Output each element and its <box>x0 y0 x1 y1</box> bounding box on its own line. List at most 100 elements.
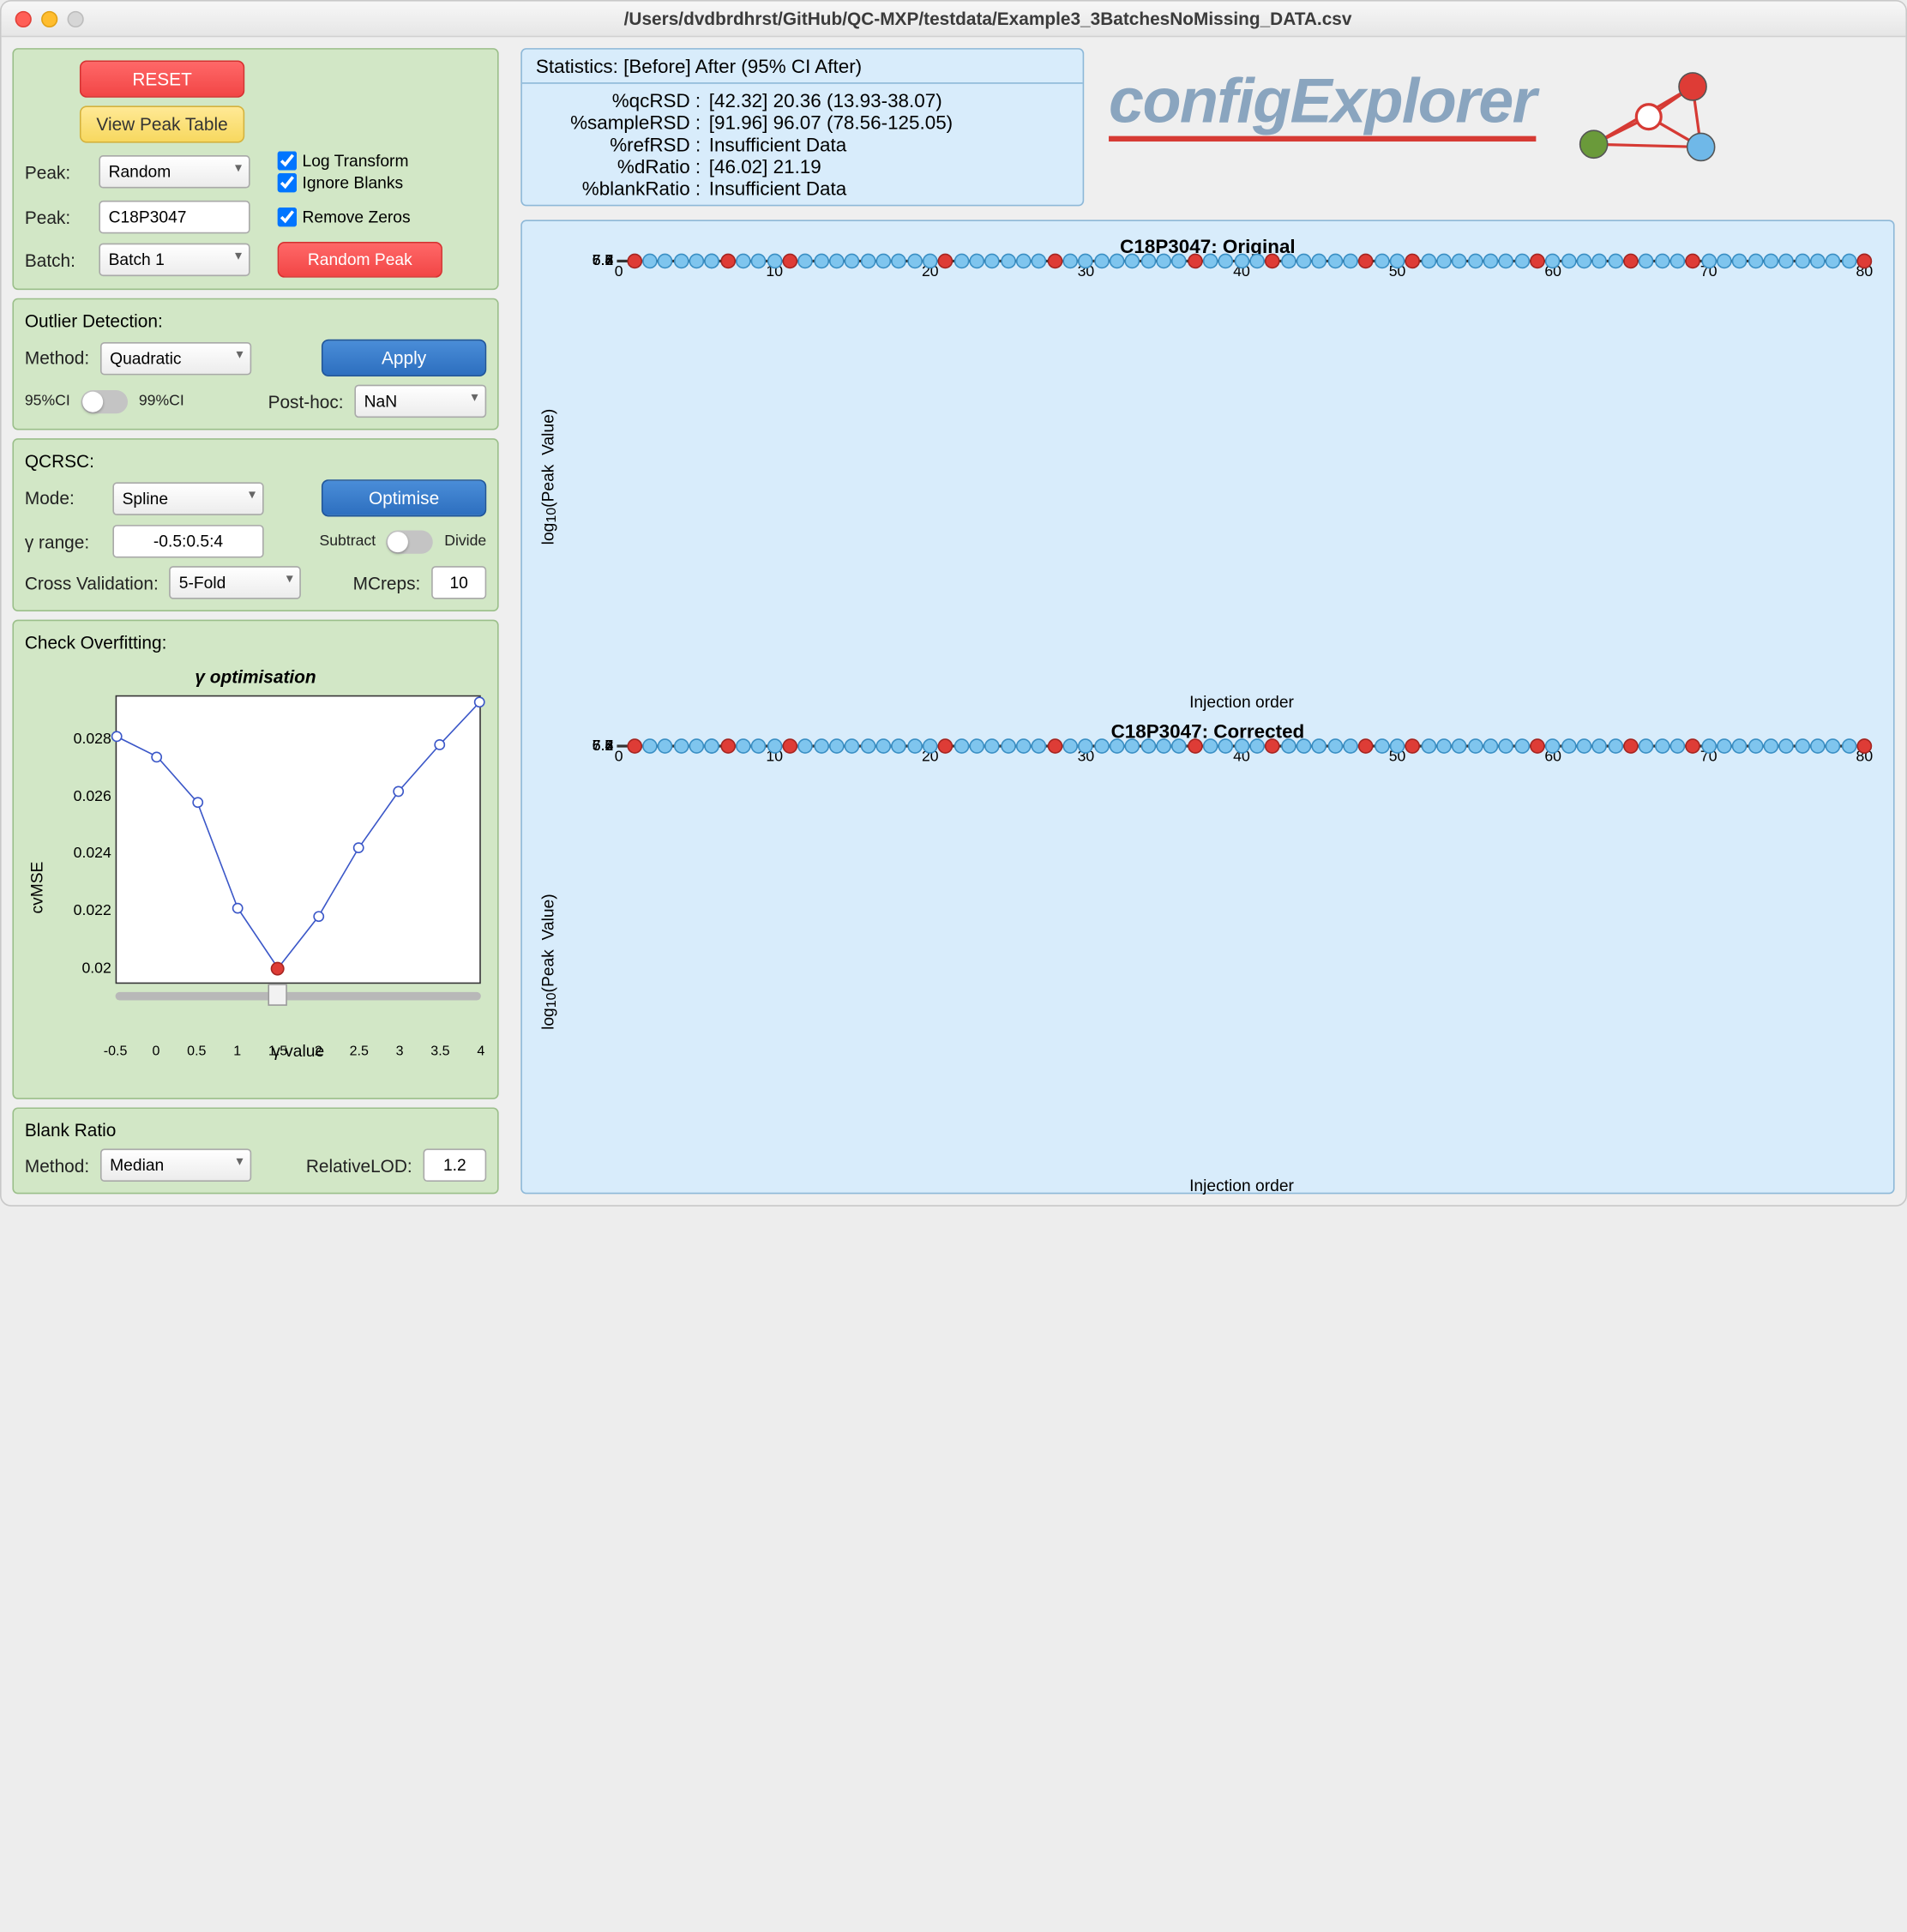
data-point <box>1343 737 1358 753</box>
subtract-label: Subtract <box>319 533 376 550</box>
data-point <box>1732 254 1748 269</box>
peak-select-label: Peak: <box>25 161 88 182</box>
gamma-optimum-marker <box>271 961 285 975</box>
close-icon[interactable] <box>15 10 32 27</box>
posthoc-label: Post-hoc: <box>268 391 344 412</box>
gamma-slider[interactable] <box>116 990 481 1020</box>
data-point <box>1188 737 1203 753</box>
data-point <box>1810 737 1826 753</box>
data-point <box>1421 737 1436 753</box>
data-point <box>1779 737 1795 753</box>
minimize-icon[interactable] <box>41 10 57 27</box>
apply-button[interactable]: Apply <box>322 340 486 376</box>
data-point <box>1452 737 1467 753</box>
qcrsc-panel: QCRSC: Mode: Spline Optimise γ range: Su… <box>12 438 498 611</box>
data-point <box>720 737 736 753</box>
data-point <box>1639 737 1654 753</box>
outlier-method-select[interactable]: Quadratic <box>100 341 251 374</box>
view-peak-table-button[interactable]: View Peak Table <box>80 105 244 142</box>
data-point <box>798 254 814 269</box>
data-point <box>1701 737 1717 753</box>
blank-ratio-panel: Blank Ratio Method: Median RelativeLOD: <box>12 1107 498 1194</box>
data-point <box>705 254 720 269</box>
data-point <box>627 254 642 269</box>
original-xlabel: Injection order <box>617 692 1866 711</box>
stat-key: %qcRSD : <box>536 89 701 111</box>
gamma-optimisation-plot: 0.020.0220.0240.0260.028 <box>116 695 481 984</box>
data-point <box>1530 737 1545 753</box>
data-point <box>1748 254 1763 269</box>
plot-area: C18P3047: Original log10(Peak Value) 5.8… <box>520 220 1894 1194</box>
qcrsc-title: QCRSC: <box>25 451 486 472</box>
data-point <box>767 254 782 269</box>
blank-method-label: Method: <box>25 1155 89 1176</box>
data-point <box>658 254 673 269</box>
data-point <box>1312 737 1327 753</box>
data-point <box>1265 254 1280 269</box>
data-point <box>829 737 845 753</box>
data-point <box>907 254 923 269</box>
original-plot[interactable]: 5.866.26.46.66.877.2 01020304050607080 <box>617 260 1866 262</box>
data-point <box>1561 737 1576 753</box>
data-point <box>1249 254 1265 269</box>
data-point <box>1654 737 1669 753</box>
data-point <box>860 254 875 269</box>
overfit-panel: Check Overfitting: γ optimisation cvMSE … <box>12 620 498 1099</box>
data-point <box>1343 254 1358 269</box>
blank-method-select[interactable]: Median <box>100 1149 251 1182</box>
data-point <box>923 737 938 753</box>
corrected-ylabel: log10(Peak Value) <box>536 744 562 1179</box>
subtract-divide-toggle[interactable] <box>387 530 433 553</box>
gamma-input[interactable] <box>112 525 263 557</box>
peak-input[interactable] <box>99 201 250 233</box>
corrected-plot[interactable]: 5.866.26.46.66.877.2 01020304050607080 <box>617 744 1866 747</box>
data-point <box>985 254 1001 269</box>
ignore-blanks-checkbox[interactable]: Ignore Blanks <box>278 173 487 192</box>
data-point <box>720 254 736 269</box>
ci-toggle[interactable] <box>81 389 128 412</box>
gamma-point <box>353 843 364 854</box>
data-point <box>736 254 751 269</box>
data-point <box>1188 254 1203 269</box>
data-point <box>1592 254 1608 269</box>
data-point <box>1032 737 1047 753</box>
gamma-point <box>434 740 445 751</box>
data-point <box>1327 737 1343 753</box>
batch-select[interactable]: Batch 1 <box>99 244 250 276</box>
data-point <box>923 254 938 269</box>
data-point <box>1857 737 1873 753</box>
statistics-header: Statistics: [Before] After (95% CI After… <box>522 50 1083 84</box>
data-point <box>1249 737 1265 753</box>
reset-button[interactable]: RESET <box>80 61 244 98</box>
data-point <box>1016 737 1032 753</box>
cv-select[interactable]: 5-Fold <box>170 566 302 599</box>
cv-label: Cross Validation: <box>25 572 159 593</box>
data-point <box>1514 737 1530 753</box>
data-point <box>1358 737 1374 753</box>
posthoc-select[interactable]: NaN <box>354 385 486 418</box>
data-point <box>783 737 798 753</box>
stat-value: [46.02] 21.19 <box>701 155 821 178</box>
peak-select[interactable]: Random <box>99 155 250 188</box>
data-point <box>1110 737 1125 753</box>
mode-select[interactable]: Spline <box>112 482 263 515</box>
random-peak-button[interactable]: Random Peak <box>278 242 442 278</box>
data-point <box>814 737 829 753</box>
data-point <box>705 737 720 753</box>
optimise-button[interactable]: Optimise <box>322 479 486 516</box>
mcreps-input[interactable] <box>431 566 486 599</box>
batch-label: Batch: <box>25 250 88 270</box>
data-point <box>969 254 984 269</box>
data-point <box>1281 254 1296 269</box>
data-point <box>751 254 767 269</box>
log-transform-checkbox[interactable]: Log Transform <box>278 151 487 170</box>
data-point <box>860 737 875 753</box>
data-point <box>1483 737 1499 753</box>
corrected-xlabel: Injection order <box>617 1177 1866 1195</box>
data-point <box>673 254 689 269</box>
lod-input[interactable] <box>424 1149 487 1182</box>
remove-zeros-checkbox[interactable]: Remove Zeros <box>278 208 487 226</box>
data-point <box>876 254 892 269</box>
logo-graph-icon <box>1569 62 1720 172</box>
data-point <box>1468 254 1483 269</box>
